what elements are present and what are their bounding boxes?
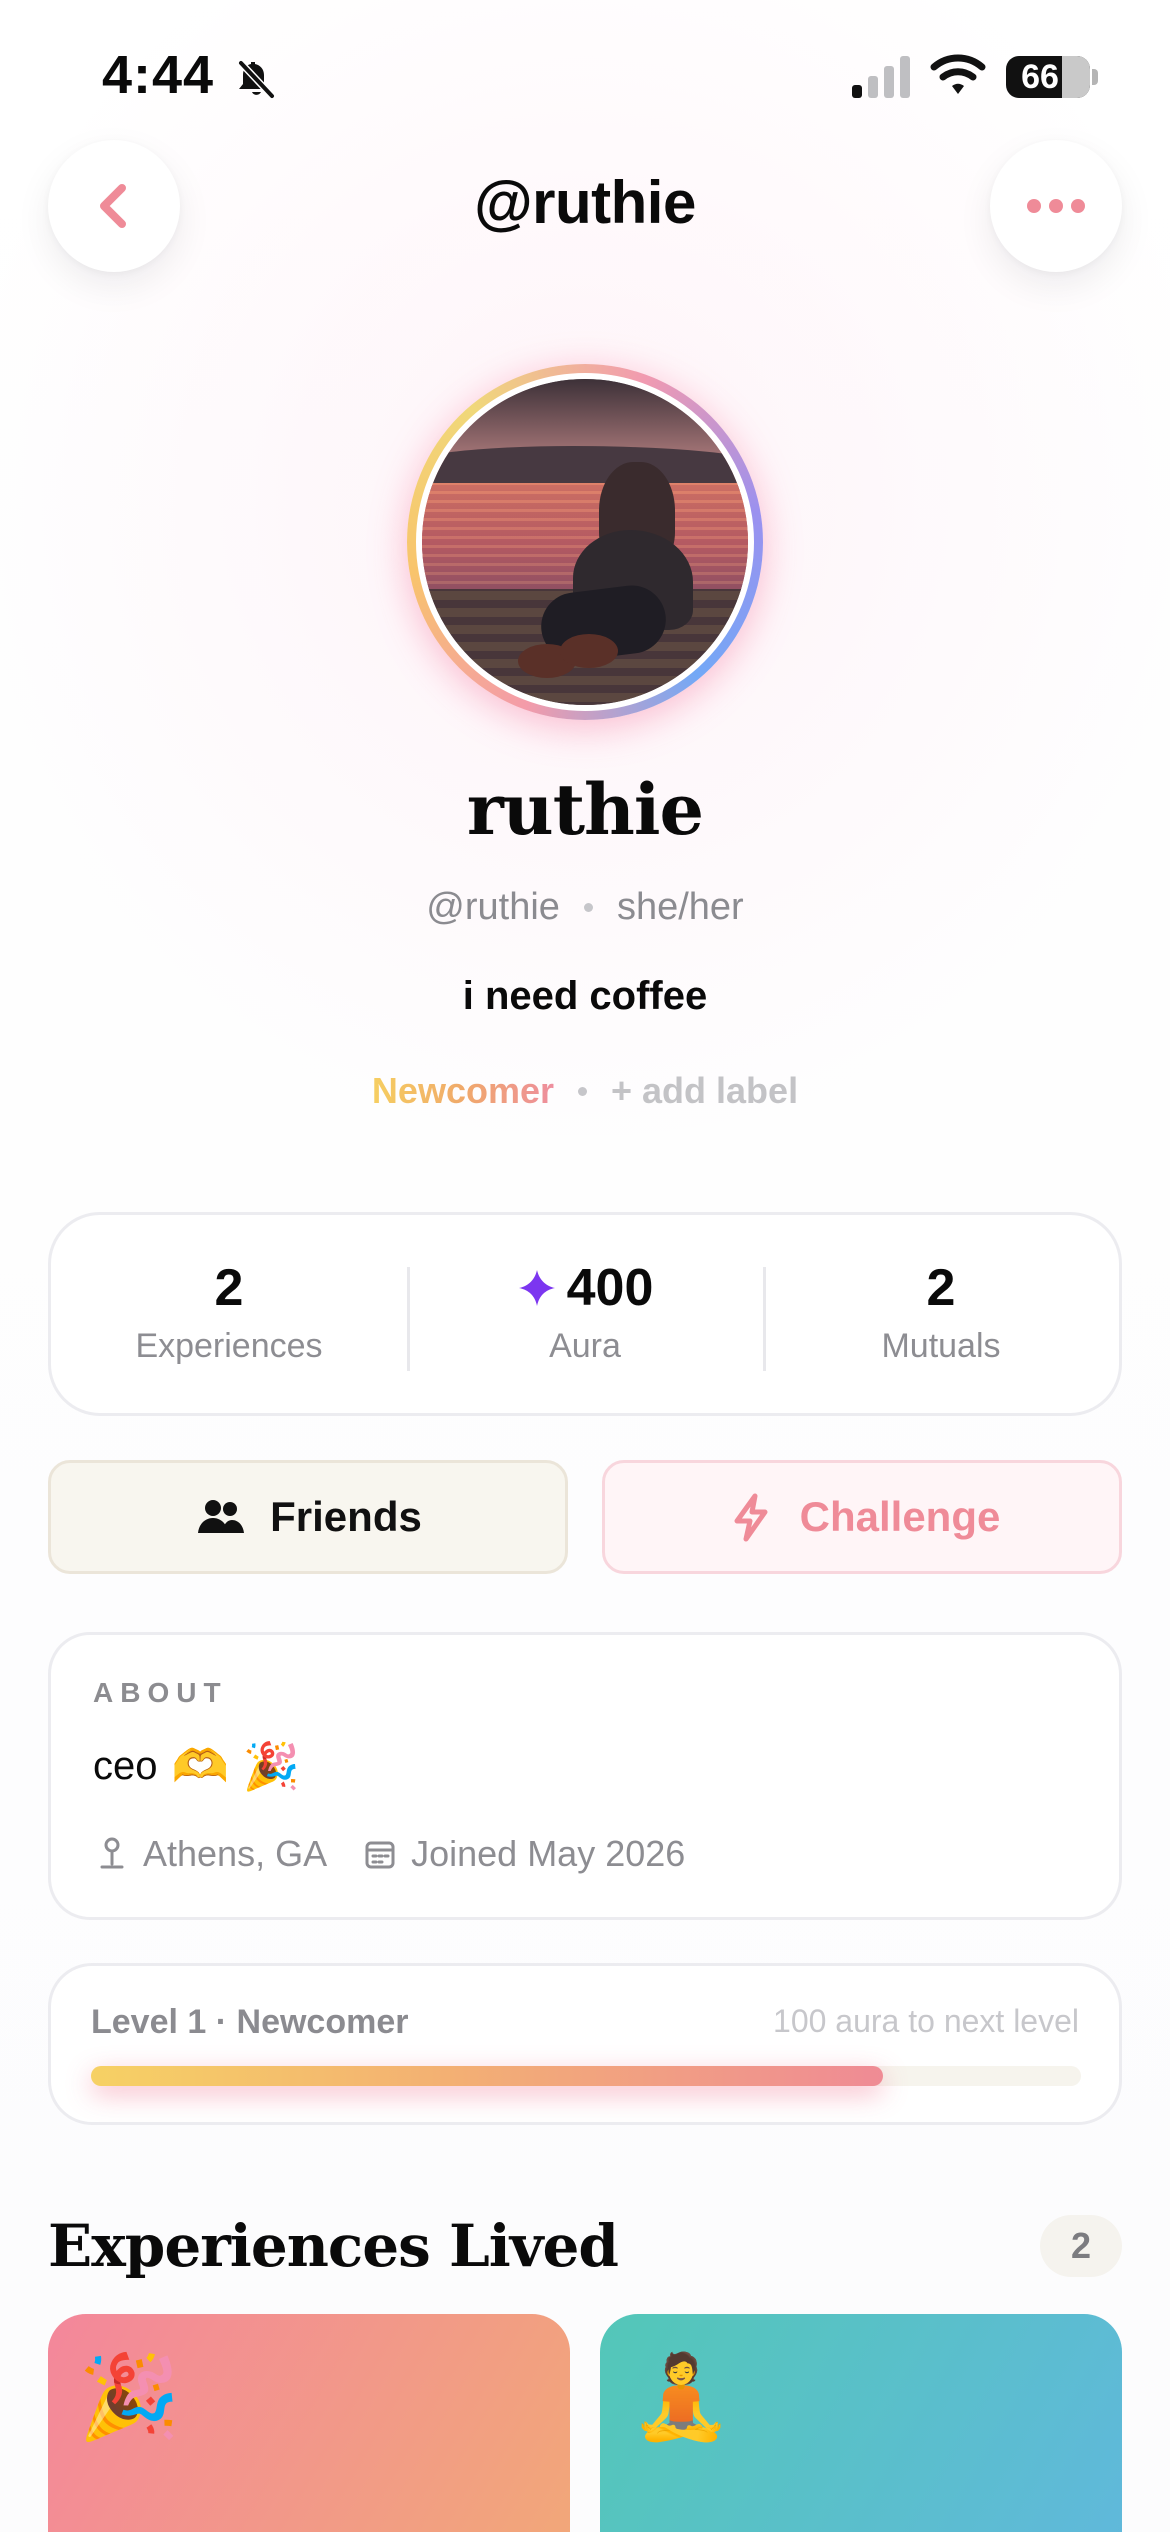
stats-card: 2 Experiences 400 Aura 2 Mutuals	[48, 1212, 1122, 1416]
profile-avatar[interactable]	[407, 364, 763, 720]
location-pin-icon	[100, 1837, 124, 1869]
people-icon	[198, 1500, 245, 1533]
stat-label: Aura	[549, 1327, 621, 1365]
stat-label: Mutuals	[881, 1327, 1001, 1365]
friends-button[interactable]: Friends	[48, 1460, 568, 1574]
more-options-button[interactable]	[990, 140, 1122, 272]
friends-label: Friends	[270, 1493, 422, 1540]
profile-meta: @ruthie she/her	[330, 883, 840, 931]
stat-mutuals[interactable]: 2 Mutuals	[763, 1215, 1119, 1413]
back-button[interactable]	[48, 140, 180, 272]
experiences-count-badge: 2	[1040, 2215, 1122, 2277]
stat-experiences[interactable]: 2 Experiences	[51, 1215, 407, 1413]
profile-page: 4:44 66 @ruthie ruthie @ruthie she/her i…	[0, 0, 1170, 2532]
joined-item: Joined May 2026	[361, 1833, 685, 1875]
level-progress-fill	[91, 2066, 883, 2086]
lightning-icon	[734, 1493, 768, 1542]
meditation-emoji: 🧘	[630, 2352, 733, 2443]
party-popper-emoji: 🎉	[78, 2352, 181, 2443]
calendar-icon	[365, 1841, 395, 1869]
experience-card-yoga[interactable]: 🧘	[600, 2314, 1122, 2532]
status-time: 4:44	[102, 45, 215, 105]
profile-handle: @ruthie	[426, 885, 560, 928]
stat-value-container: 400	[517, 1258, 654, 1318]
page-title: @ruthie	[474, 169, 696, 236]
stat-value: 2	[926, 1259, 956, 1317]
heart-hands-emoji: 🫶	[171, 1739, 229, 1793]
profile-bio: i need coffee	[462, 974, 708, 1018]
stat-aura[interactable]: 400 Aura	[407, 1215, 763, 1413]
avatar-photo	[416, 373, 754, 711]
experience-card-party[interactable]: 🎉	[48, 2314, 570, 2532]
more-horizontal-icon	[1027, 199, 1085, 213]
challenge-label: Challenge	[799, 1493, 1001, 1540]
location-text: Athens, GA	[143, 1833, 328, 1874]
newcomer-badge: Newcomer	[371, 1070, 554, 1111]
level-progress-track	[91, 2066, 1081, 2086]
add-label-button[interactable]: + add label	[611, 1070, 798, 1112]
experiences-section-title: Experiences Lived	[48, 2212, 619, 2280]
joined-text: Joined May 2026	[411, 1833, 686, 1874]
status-bar: 4:44 66	[0, 0, 1170, 150]
about-text: ceo 🫶 🎉	[93, 1739, 300, 1793]
bell-slash-icon	[237, 59, 276, 100]
challenge-button[interactable]: Challenge	[602, 1460, 1122, 1574]
sparkle-icon	[518, 1270, 555, 1306]
stat-value: 2	[214, 1259, 244, 1317]
party-popper-emoji: 🎉	[242, 1739, 301, 1793]
profile-display-name: ruthie	[466, 768, 704, 851]
level-card: Level 1 · Newcomer 100 aura to next leve…	[48, 1963, 1122, 2125]
about-card: ABOUT ceo 🫶 🎉 Athens, GA Joined May 2026	[48, 1632, 1122, 1920]
separator-dot	[583, 902, 593, 912]
next-level-text: 100 aura to next level	[773, 2003, 1079, 2039]
avatar-person-shoe	[560, 634, 618, 668]
level-title: Level 1 · Newcomer	[91, 2003, 409, 2041]
about-description: ceo	[93, 1744, 158, 1788]
stat-label: Experiences	[135, 1327, 323, 1365]
profile-pronouns: she/her	[616, 885, 744, 928]
wifi-icon	[930, 54, 986, 94]
chevron-left-icon	[100, 184, 126, 228]
about-title: ABOUT	[93, 1677, 228, 1708]
profile-labels: Newcomer + add label	[302, 1065, 868, 1117]
battery-percentage: 66	[1021, 58, 1059, 96]
battery-cap	[1092, 69, 1098, 85]
location-item: Athens, GA	[93, 1833, 327, 1875]
about-meta: Athens, GA Joined May 2026	[93, 1833, 685, 1875]
separator-dot	[578, 1086, 587, 1096]
cellular-signal-icon	[852, 56, 910, 98]
stat-value: 400	[566, 1259, 654, 1317]
